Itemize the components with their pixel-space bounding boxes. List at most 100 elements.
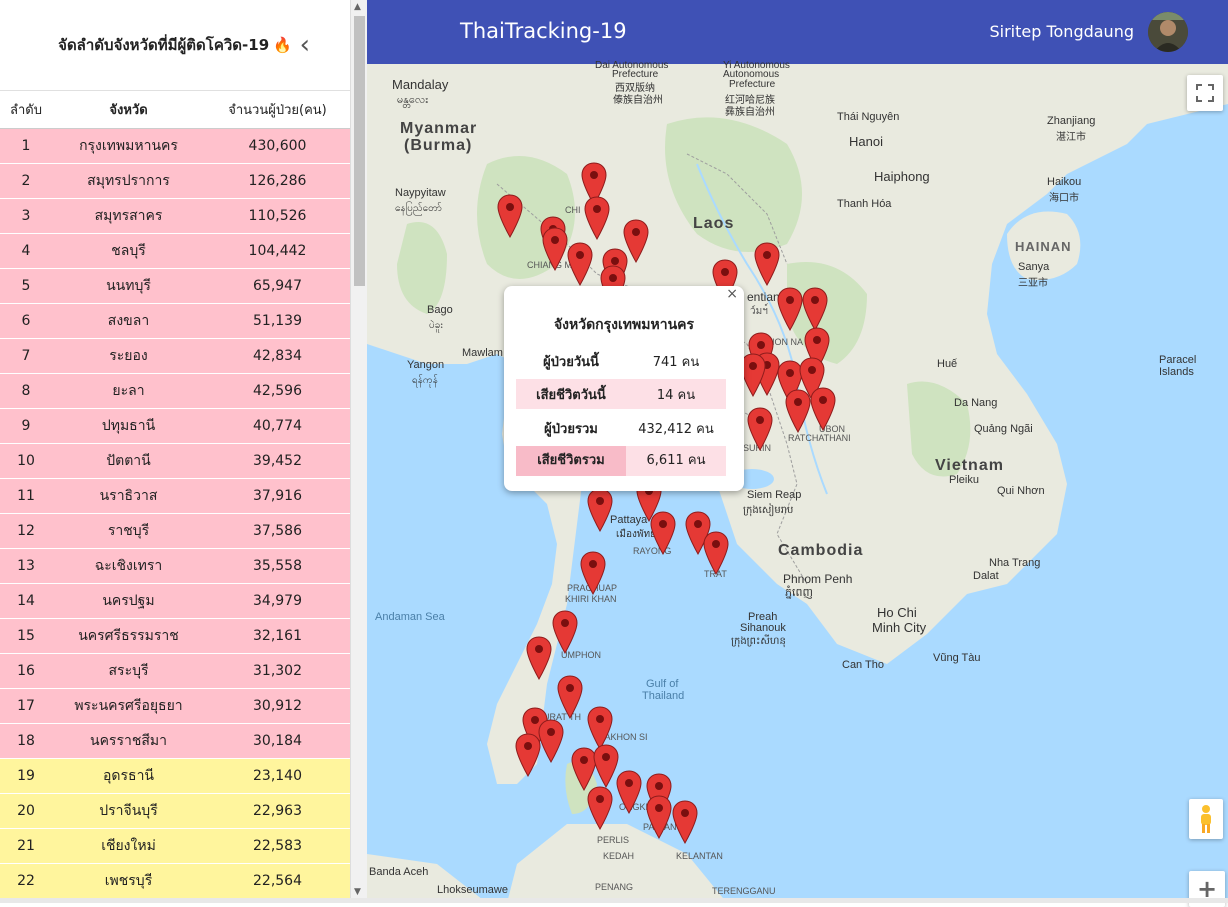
map-marker-pin-icon[interactable]	[810, 387, 836, 432]
map-marker-pin-icon[interactable]	[593, 744, 619, 789]
table-row[interactable]: 22 เพชรบุรี 22,564	[0, 864, 350, 899]
map-marker-pin-icon[interactable]	[567, 242, 593, 287]
table-row[interactable]: 20 ปราจีนบุรี 22,963	[0, 794, 350, 829]
table-header: ลำดับ จังหวัด จำนวนผู้ป่วย(คน)	[0, 91, 350, 129]
map-marker-pin-icon[interactable]	[587, 786, 613, 831]
column-province[interactable]: จังหวัด	[52, 99, 205, 120]
table-row[interactable]: 1 กรุงเทพมหานคร 430,600	[0, 129, 350, 164]
close-icon[interactable]: ×	[726, 286, 738, 302]
scroll-down-icon[interactable]: ▼	[354, 887, 361, 897]
table-row[interactable]: 13 ฉะเชิงเทรา 35,558	[0, 549, 350, 584]
cases-cell: 51,139	[253, 313, 302, 329]
map-marker-pin-icon[interactable]	[740, 353, 766, 398]
app-title: ThaiTracking-19	[460, 19, 627, 43]
table-row[interactable]: 6 สงขลา 51,139	[0, 304, 350, 339]
map-marker-pin-icon[interactable]	[552, 610, 578, 655]
column-cases[interactable]: จำนวนผู้ป่วย(คน)	[205, 99, 350, 120]
map-marker-pin-icon[interactable]	[747, 407, 773, 452]
map-marker-pin-icon[interactable]	[802, 287, 828, 332]
province-cell: กรุงเทพมหานคร	[79, 138, 178, 154]
rank-cell: 18	[17, 733, 35, 749]
rank-cell: 7	[21, 348, 31, 364]
popup-value: 6,611 คน	[626, 446, 726, 476]
map-marker-pin-icon[interactable]	[542, 227, 568, 272]
table-row[interactable]: 21 เชียงใหม่ 22,583	[0, 829, 350, 864]
province-cell: สระบุรี	[108, 663, 149, 679]
popup-row-today-cases: ผู้ป่วยวันนี้ 741 คน	[516, 346, 726, 376]
rank-cell: 22	[17, 873, 35, 889]
popup-label: เสียชีวิตวันนี้	[536, 387, 606, 403]
column-rank[interactable]: ลำดับ	[0, 99, 52, 120]
map-marker-pin-icon[interactable]	[515, 733, 541, 778]
map-marker-pin-icon[interactable]	[497, 194, 523, 239]
sidebar-title: จัดลำดับจังหวัดที่มีผู้ติดโควิด-19	[58, 36, 270, 54]
main-area: ThaiTracking-19 Siritep Tongdaung Mandal…	[367, 0, 1228, 907]
table-row[interactable]: 9 ปทุมธานี 40,774	[0, 409, 350, 444]
province-info-window: × จังหวัดกรุงเทพมหานคร ผู้ป่วยวันนี้ 741…	[504, 286, 744, 491]
province-cell: เพชรบุรี	[104, 873, 153, 889]
map-marker-pin-icon[interactable]	[587, 488, 613, 533]
map-marker-pin-icon[interactable]	[754, 242, 780, 287]
map-marker-pin-icon[interactable]	[623, 219, 649, 264]
cases-cell: 110,526	[248, 208, 307, 224]
fullscreen-button[interactable]	[1187, 75, 1223, 111]
cases-cell: 30,184	[253, 733, 302, 749]
table-row[interactable]: 12 ราชบุรี 37,586	[0, 514, 350, 549]
table-row[interactable]: 4 ชลบุรี 104,442	[0, 234, 350, 269]
table-row[interactable]: 14 นครปฐม 34,979	[0, 584, 350, 619]
cases-cell: 42,596	[253, 383, 302, 399]
map-marker-pin-icon[interactable]	[526, 636, 552, 681]
popup-value: 432,412 คน	[638, 421, 714, 437]
table-row[interactable]: 2 สมุทรปราการ 126,286	[0, 164, 350, 199]
table-row[interactable]: 19 อุดรธานี 23,140	[0, 759, 350, 794]
sidebar-scrollbar[interactable]: ▲ ▼	[350, 0, 368, 903]
table-row[interactable]: 10 ปัตตานี 39,452	[0, 444, 350, 479]
map-marker-pin-icon[interactable]	[650, 511, 676, 556]
map-marker-pin-icon[interactable]	[672, 800, 698, 845]
table-row[interactable]: 18 นครราชสีมา 30,184	[0, 724, 350, 759]
map-marker-pin-icon[interactable]	[584, 196, 610, 241]
cases-cell: 126,286	[248, 173, 307, 189]
collapse-sidebar-icon[interactable]: ‹	[300, 32, 310, 58]
map-marker-pin-icon[interactable]	[785, 389, 811, 434]
province-cell: เชียงใหม่	[101, 838, 156, 854]
map-marker-pin-icon[interactable]	[777, 287, 803, 332]
rank-cell: 1	[21, 138, 31, 154]
cases-cell: 42,834	[253, 348, 302, 364]
rank-cell: 16	[17, 663, 35, 679]
map-marker-pin-icon[interactable]	[538, 719, 564, 764]
province-cell: สงขลา	[107, 313, 150, 329]
street-view-button[interactable]	[1189, 799, 1223, 839]
scroll-up-icon[interactable]: ▲	[354, 2, 361, 12]
pegman-icon	[1201, 805, 1211, 833]
table-row[interactable]: 11 นราธิวาส 37,916	[0, 479, 350, 514]
map-marker-pin-icon[interactable]	[616, 770, 642, 815]
map-marker-pin-icon[interactable]	[571, 747, 597, 792]
scrollbar-thumb[interactable]	[354, 16, 365, 286]
popup-label: ผู้ป่วยรวม	[544, 421, 598, 437]
map-canvas[interactable]: Mandalay မန္တလေး Myanmar (Burma) Naypyit…	[367, 60, 1228, 907]
table-row[interactable]: 15 นครศรีธรรมราช 32,161	[0, 619, 350, 654]
rank-cell: 11	[17, 488, 35, 504]
cases-cell: 23,140	[253, 768, 302, 784]
table-row[interactable]: 7 ระยอง 42,834	[0, 339, 350, 374]
table-row[interactable]: 5 นนทบุรี 65,947	[0, 269, 350, 304]
rank-cell: 20	[17, 803, 35, 819]
user-name[interactable]: Siritep Tongdaung	[989, 22, 1134, 41]
ranking-table-body: 1 กรุงเทพมหานคร 430,600 2 สมุทรปราการ 126,286…	[0, 129, 350, 899]
map-marker-pin-icon[interactable]	[580, 551, 606, 596]
province-cell: สมุทรสาคร	[94, 208, 163, 224]
table-row[interactable]: 16 สระบุรี 31,302	[0, 654, 350, 689]
table-row[interactable]: 8 ยะลา 42,596	[0, 374, 350, 409]
map-marker-pin-icon[interactable]	[703, 531, 729, 576]
map-marker-pin-icon[interactable]	[646, 795, 672, 840]
rank-cell: 2	[21, 173, 31, 189]
map-marker-pin-icon[interactable]	[587, 706, 613, 751]
province-cell: ฉะเชิงเทรา	[94, 558, 163, 574]
map-marker-pin-icon[interactable]	[557, 675, 583, 720]
province-cell: ปราจีนบุรี	[99, 803, 158, 819]
table-row[interactable]: 3 สมุทรสาคร 110,526	[0, 199, 350, 234]
table-row[interactable]: 17 พระนครศรีอยุธยา 30,912	[0, 689, 350, 724]
avatar[interactable]	[1148, 12, 1188, 52]
province-cell: นครศรีธรรมราช	[78, 628, 179, 644]
